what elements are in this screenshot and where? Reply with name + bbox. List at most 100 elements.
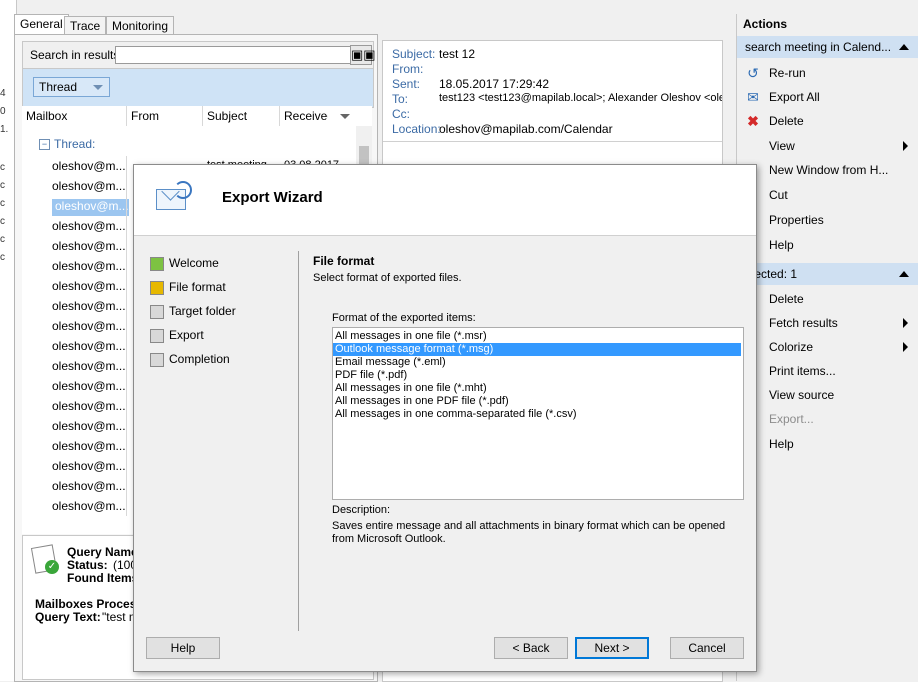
row-mailbox: oleshov@m... <box>52 319 126 333</box>
action-new-window[interactable]: New Window from H... <box>769 163 888 177</box>
row-mailbox: oleshov@m... <box>52 459 126 473</box>
mailboxes-processed-label: Mailboxes Proces <box>35 597 137 611</box>
location-value: oleshov@mapilab.com/Calendar <box>439 122 613 136</box>
action-properties[interactable]: Properties <box>769 213 824 227</box>
row-mailbox: oleshov@m... <box>52 499 126 513</box>
cancel-button[interactable]: Cancel <box>670 637 744 659</box>
row-mailbox: oleshov@m... <box>52 279 126 293</box>
action-export-disabled: Export... <box>769 412 814 426</box>
tree-item-fragment: c <box>0 216 5 227</box>
format-option[interactable]: PDF file (*.pdf) <box>335 369 407 382</box>
action-view[interactable]: View <box>769 139 795 153</box>
tree-item-fragment: c <box>0 252 5 263</box>
collapse-icon[interactable]: − <box>39 139 50 150</box>
column-subject[interactable]: Subject <box>207 109 247 123</box>
sent-value: 18.05.2017 17:29:42 <box>439 77 550 91</box>
step-current-icon <box>150 281 164 295</box>
submenu-arrow-icon <box>903 141 908 151</box>
action-help-selected[interactable]: Help <box>769 437 794 451</box>
query-text-label: Query Text: <box>35 610 101 624</box>
actions-selected-header[interactable]: elected: 1 <box>737 263 918 285</box>
format-option[interactable]: All messages in one file (*.mht) <box>335 382 487 395</box>
collapse-up-icon[interactable] <box>899 271 909 277</box>
subject-value: test 12 <box>439 47 476 61</box>
next-button[interactable]: Next > <box>575 637 649 659</box>
query-status-icon: ✓ <box>30 544 61 576</box>
format-heading: File format <box>313 254 375 268</box>
format-option[interactable]: All messages in one comma-separated file… <box>335 408 576 421</box>
step-label: Export <box>169 328 204 342</box>
format-option[interactable]: All messages in one PDF file (*.pdf) <box>335 395 509 408</box>
subject-label: Subject: <box>392 47 436 61</box>
rerun-icon: ↺ <box>747 65 759 81</box>
from-label: From: <box>392 62 424 76</box>
wizard-title: Export Wizard <box>222 189 323 206</box>
tree-item-fragment: 0 <box>0 106 6 117</box>
description-label: Description: <box>332 504 391 516</box>
actions-pane: Actions search meeting in Calend... ↺ Re… <box>736 14 918 681</box>
column-from[interactable]: From <box>131 109 159 123</box>
step-label: File format <box>169 280 226 294</box>
tab-monitoring[interactable]: Monitoring <box>106 16 175 35</box>
to-label: To: <box>392 92 409 106</box>
search-input[interactable] <box>115 46 355 64</box>
format-subheading: Select format of exported files. <box>313 272 462 284</box>
description-text: Saves entire message and all attachments… <box>332 520 726 545</box>
tree-item-fragment: c <box>0 162 5 173</box>
action-delete[interactable]: Delete <box>769 114 804 128</box>
tree-item-fragment: 1. <box>0 124 9 135</box>
row-mailbox: oleshov@m... <box>52 159 126 173</box>
actions-title: Actions <box>743 17 788 31</box>
format-list-label: Format of the exported items: <box>332 312 476 324</box>
chevron-down-icon <box>93 85 103 90</box>
group-by-value: Thread <box>39 80 78 94</box>
help-button[interactable]: Help <box>146 637 220 659</box>
row-mailbox: oleshov@m... <box>52 359 126 373</box>
tab-general[interactable]: General <box>14 14 69 36</box>
row-mailbox: oleshov@m... <box>52 419 126 433</box>
back-button[interactable]: < Back <box>494 637 568 659</box>
delete-x-icon: ✖ <box>747 113 759 129</box>
action-view-source[interactable]: View source <box>769 388 834 402</box>
query-name-label: Query Name <box>67 545 138 559</box>
thread-group-row[interactable]: − Thread: <box>22 136 356 154</box>
format-option[interactable]: Email message (*.eml) <box>335 356 446 369</box>
search-label: Search in results <box>30 48 120 62</box>
row-mailbox: oleshov@m... <box>52 399 126 413</box>
row-mailbox: oleshov@m... <box>52 199 129 216</box>
tab-trace[interactable]: Trace <box>64 16 107 35</box>
tree-item-fragment: c <box>0 234 5 245</box>
action-export-all[interactable]: Export All <box>769 90 820 104</box>
found-items-label: Found Items <box>67 571 139 585</box>
cc-label: Cc: <box>392 107 410 121</box>
search-button[interactable]: ▣▣ <box>350 45 376 65</box>
action-print-items[interactable]: Print items... <box>769 364 836 378</box>
export-wizard-dialog: Export Wizard Welcome File format Target… <box>133 164 757 672</box>
wizard-header: Export Wizard <box>134 165 756 236</box>
format-option[interactable]: All messages in one file (*.msr) <box>335 330 487 343</box>
action-help[interactable]: Help <box>769 238 794 252</box>
row-mailbox: oleshov@m... <box>52 259 126 273</box>
format-listbox[interactable]: All messages in one file (*.msr) Outlook… <box>332 327 744 500</box>
action-colorize[interactable]: Colorize <box>769 340 813 354</box>
row-mailbox: oleshov@m... <box>52 439 126 453</box>
step-pending-icon <box>150 353 164 367</box>
group-by-select[interactable]: Thread <box>33 77 110 97</box>
row-mailbox: oleshov@m... <box>52 479 126 493</box>
sort-arrow-icon[interactable] <box>340 114 350 119</box>
action-rerun[interactable]: Re-run <box>769 66 806 80</box>
collapse-up-icon[interactable] <box>899 44 909 50</box>
tree-item-fragment: 4 <box>0 88 6 99</box>
action-fetch-results[interactable]: Fetch results <box>769 316 838 330</box>
action-cut[interactable]: Cut <box>769 188 788 202</box>
column-mailbox[interactable]: Mailbox <box>26 109 67 123</box>
format-option-selected[interactable]: Outlook message format (*.msg) <box>333 343 741 356</box>
column-received[interactable]: Received <box>284 109 328 123</box>
group-by-bar: Thread <box>22 68 374 108</box>
actions-section-header[interactable]: search meeting in Calend... <box>737 36 918 58</box>
search-bar: Search in results ▣▣ <box>22 41 376 69</box>
section-title: search meeting in Calend... <box>745 40 892 54</box>
row-mailbox: oleshov@m... <box>52 239 126 253</box>
action-delete-selected[interactable]: Delete <box>769 292 804 306</box>
step-label: Target folder <box>169 304 236 318</box>
